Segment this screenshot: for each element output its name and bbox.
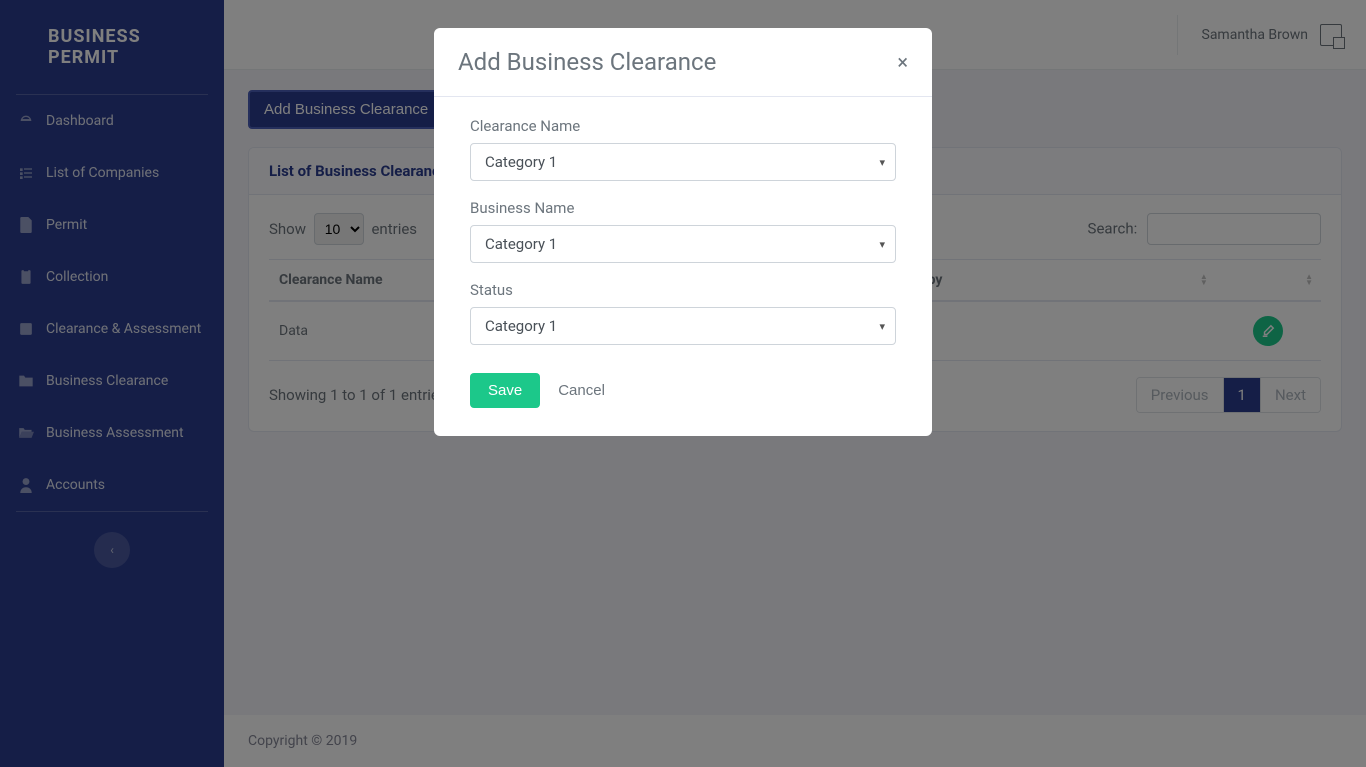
clearance-name-select[interactable]: Category 1 bbox=[470, 143, 896, 181]
select-value: Category 1 bbox=[485, 235, 557, 253]
modal-title: Add Business Clearance bbox=[458, 48, 716, 76]
close-icon: × bbox=[897, 50, 908, 74]
status-label: Status bbox=[470, 281, 896, 299]
save-button[interactable]: Save bbox=[470, 373, 540, 408]
modal-overlay[interactable]: Add Business Clearance × Clearance Name … bbox=[0, 0, 1366, 767]
select-value: Category 1 bbox=[485, 317, 557, 335]
business-name-label: Business Name bbox=[470, 199, 896, 217]
modal-close-button[interactable]: × bbox=[897, 52, 908, 72]
add-clearance-modal: Add Business Clearance × Clearance Name … bbox=[434, 28, 932, 436]
cancel-button[interactable]: Cancel bbox=[558, 382, 605, 399]
select-value: Category 1 bbox=[485, 153, 557, 171]
clearance-name-label: Clearance Name bbox=[470, 117, 896, 135]
status-select[interactable]: Category 1 bbox=[470, 307, 896, 345]
business-name-select[interactable]: Category 1 bbox=[470, 225, 896, 263]
